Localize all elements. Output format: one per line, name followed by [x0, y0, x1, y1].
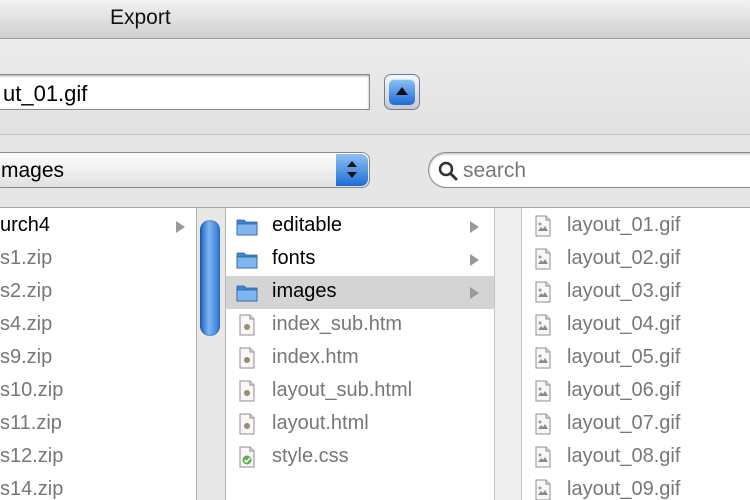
row-label: layout_02.gif — [567, 247, 681, 269]
row-label: s2.zip — [0, 280, 53, 302]
file-row[interactable]: index.htm — [226, 342, 494, 375]
file-row[interactable]: s12.zip — [0, 441, 196, 474]
filename-input[interactable] — [0, 74, 370, 110]
browser-column-2[interactable]: editable fonts images index_sub.htm index.ht… — [226, 208, 494, 500]
save-as-area — [0, 39, 750, 135]
html-file-icon — [236, 413, 258, 435]
file-row[interactable]: layout_02.gif — [522, 243, 750, 276]
row-label: s10.zip — [0, 379, 64, 401]
popup-arrows-icon — [336, 154, 368, 186]
file-row[interactable]: s9.zip — [0, 342, 196, 375]
row-label: s1.zip — [0, 247, 53, 269]
image-file-icon — [532, 446, 554, 468]
row-label: layout_09.gif — [567, 478, 681, 500]
row-label: layout_sub.html — [272, 379, 413, 401]
chevron-right-icon — [470, 221, 479, 233]
folder-row[interactable]: images — [226, 276, 494, 309]
row-label: layout_06.gif — [567, 379, 681, 401]
row-label: editable — [272, 214, 343, 236]
row-label: layout_04.gif — [567, 313, 681, 335]
file-row[interactable]: layout_07.gif — [522, 408, 750, 441]
folder-icon — [236, 248, 258, 270]
folder-icon — [236, 281, 258, 303]
folder-row[interactable]: editable — [226, 210, 494, 243]
file-row[interactable]: layout_06.gif — [522, 375, 750, 408]
css-file-icon — [236, 446, 258, 468]
row-label: layout_08.gif — [567, 445, 681, 467]
file-row[interactable]: s1.zip — [0, 243, 196, 276]
window-title: Export — [110, 6, 171, 29]
row-label: s14.zip — [0, 478, 64, 500]
file-row[interactable]: layout_09.gif — [522, 474, 750, 500]
triangle-up-icon — [396, 87, 408, 95]
row-label: s11.zip — [0, 412, 62, 434]
folder-row[interactable]: fonts — [226, 243, 494, 276]
image-file-icon — [532, 413, 554, 435]
browser-column-3[interactable]: layout_01.gif layout_02.gif layout_03.gifl… — [522, 208, 750, 500]
location-bar: mages — [0, 135, 750, 208]
row-label: layout_03.gif — [567, 280, 681, 302]
image-file-icon — [532, 248, 554, 270]
row-label: s12.zip — [0, 445, 64, 467]
image-file-icon — [532, 380, 554, 402]
column-scrollbar[interactable] — [196, 208, 226, 500]
row-label: images — [272, 280, 337, 302]
browser-column-1[interactable]: urch4 s1.zip s2.zip s4.zip s9.zip s10.zip s11.… — [0, 208, 196, 500]
file-row[interactable]: layout_04.gif — [522, 309, 750, 342]
search-icon — [438, 161, 458, 181]
image-file-icon — [532, 215, 554, 237]
folder-icon — [236, 215, 258, 237]
html-file-icon — [236, 347, 258, 369]
search-input[interactable] — [461, 157, 750, 185]
row-label: fonts — [272, 247, 316, 269]
html-file-icon — [236, 314, 258, 336]
chevron-right-icon — [470, 287, 479, 299]
arrow-down-icon — [347, 172, 357, 178]
file-row[interactable]: s10.zip — [0, 375, 196, 408]
row-label: urch4 — [0, 214, 51, 236]
file-row[interactable]: s11.zip — [0, 408, 196, 441]
search-field[interactable] — [428, 152, 750, 188]
column-divider — [494, 208, 522, 500]
image-file-icon — [532, 281, 554, 303]
scrollbar-thumb[interactable] — [200, 220, 220, 336]
image-file-icon — [532, 314, 554, 336]
html-file-icon — [236, 380, 258, 402]
file-row[interactable]: s4.zip — [0, 309, 196, 342]
file-row[interactable]: layout.html — [226, 408, 494, 441]
row-label: index.htm — [272, 346, 359, 368]
image-file-icon — [532, 347, 554, 369]
row-label: layout_01.gif — [567, 214, 681, 236]
arrow-up-icon — [347, 161, 357, 167]
file-row[interactable]: layout_03.gif — [522, 276, 750, 309]
chevron-right-icon — [470, 254, 479, 266]
image-file-icon — [532, 479, 554, 500]
row-label: s9.zip — [0, 346, 53, 368]
window-titlebar: Export — [0, 0, 750, 39]
location-popup-label: mages — [1, 159, 65, 182]
row-label: index_sub.htm — [272, 313, 403, 335]
file-row[interactable]: s14.zip — [0, 474, 196, 500]
row-label: layout.html — [272, 412, 369, 434]
location-popup[interactable]: mages — [0, 152, 370, 188]
row-label: style.css — [272, 445, 349, 467]
file-row[interactable]: layout_sub.html — [226, 375, 494, 408]
row-label: s4.zip — [0, 313, 53, 335]
file-row[interactable]: layout_05.gif — [522, 342, 750, 375]
file-row[interactable]: s2.zip — [0, 276, 196, 309]
file-row[interactable]: style.css — [226, 441, 494, 474]
folder-row[interactable]: urch4 — [0, 210, 196, 243]
file-row[interactable]: layout_01.gif — [522, 210, 750, 243]
collapse-browser-button[interactable] — [384, 74, 420, 110]
row-label: layout_05.gif — [567, 346, 681, 368]
file-row[interactable]: layout_08.gif — [522, 441, 750, 474]
row-label: layout_07.gif — [567, 412, 681, 434]
chevron-right-icon — [176, 221, 185, 233]
file-row[interactable]: index_sub.htm — [226, 309, 494, 342]
collapse-button-face — [389, 79, 415, 105]
